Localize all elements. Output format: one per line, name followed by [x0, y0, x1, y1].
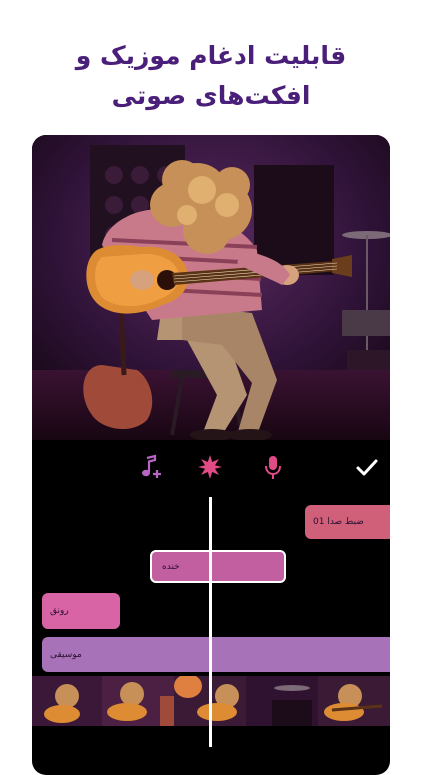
headline-line-1: قابلیت ادغام موزیک و [75, 41, 347, 70]
clip-label: رونق [50, 606, 69, 616]
sparkle-icon [198, 455, 222, 479]
playhead[interactable] [209, 497, 212, 747]
clip-label: ضبط صدا 01 [313, 517, 364, 527]
clip-label: خنده [162, 561, 180, 572]
confirm-button[interactable] [352, 452, 382, 482]
audio-clip-record[interactable]: ضبط صدا 01 [305, 505, 390, 539]
audio-clip-music[interactable]: موسیقی [42, 637, 390, 672]
record-button[interactable] [258, 452, 288, 482]
filmstrip-frame [102, 676, 174, 726]
add-music-button[interactable] [136, 452, 166, 482]
filmstrip-frame [318, 676, 390, 726]
video-preview[interactable] [32, 135, 390, 440]
audio-toolbar [32, 440, 390, 496]
microphone-icon [265, 456, 281, 479]
audio-clip-ambience[interactable]: رونق [42, 593, 120, 629]
audio-clip-laugh[interactable]: خنده [150, 550, 286, 583]
effects-button[interactable] [195, 452, 225, 482]
headline-line-2: افکت‌های صوتی [111, 81, 311, 110]
headline: قابلیت ادغام موزیک و افکت‌های صوتی [0, 36, 422, 116]
music-note-plus-icon [142, 454, 161, 478]
checkmark-icon [356, 459, 378, 476]
phone-screen: ضبط صدا 01 خنده رونق موسیقی [32, 135, 390, 775]
clip-label: موسیقی [50, 649, 82, 660]
filmstrip-frame [246, 676, 318, 726]
filmstrip-frame [32, 676, 102, 726]
